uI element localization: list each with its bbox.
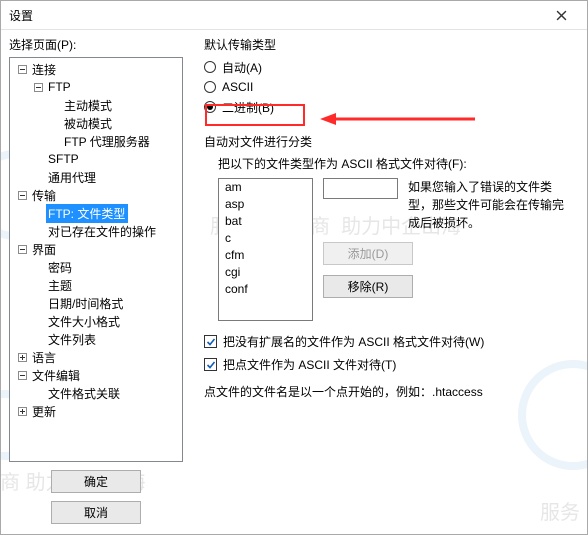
right-pane: 默认传输类型 自动(A) ASCII 二进制(B) 自动对文件进行分类 把以下的文件… — [186, 30, 587, 534]
tree-language[interactable]: 语言 — [10, 348, 182, 366]
list-item[interactable]: conf — [219, 281, 312, 298]
radio-icon — [204, 81, 216, 93]
tree-item-label: 文件格式关联 — [46, 384, 123, 403]
check-icon — [204, 358, 217, 371]
tree-expander-icon[interactable] — [14, 367, 30, 383]
tree-item-label: 主动模式 — [62, 96, 115, 115]
titlebar: 设置 — [1, 1, 587, 29]
settings-dialog: 设置 选择页面(P): 连接FTP主动模式被动模式FTP 代理服务器SFTP通用… — [0, 0, 588, 535]
left-pane: 选择页面(P): 连接FTP主动模式被动模式FTP 代理服务器SFTP通用代理传… — [1, 30, 186, 534]
tree-item-label: 通用代理 — [46, 168, 99, 187]
tree-item-label: 语言 — [30, 348, 59, 367]
tree-item-label: FTP: 文件类型 — [46, 204, 128, 223]
radio-icon — [204, 61, 216, 73]
tree-filesize[interactable]: 文件大小格式 — [10, 312, 182, 330]
tree-filelist[interactable]: 文件列表 — [10, 330, 182, 348]
tree-expander-icon[interactable] — [30, 79, 46, 95]
radio-label: 二进制(B) — [222, 99, 274, 116]
tree-existing-file[interactable]: 对已存在文件的操作 — [10, 222, 182, 240]
tree-item-label: 连接 — [30, 60, 59, 79]
checkbox-label: 把没有扩展名的文件作为 ASCII 格式文件对待(W) — [223, 333, 484, 350]
auto-classify-label: 自动对文件进行分类 — [204, 133, 577, 150]
tree-expander-icon[interactable] — [14, 61, 30, 77]
radio-label: ASCII — [222, 80, 253, 94]
list-item[interactable]: cfm — [219, 247, 312, 264]
tree-expander-icon[interactable] — [14, 349, 30, 365]
ok-button[interactable]: 确定 — [51, 470, 141, 493]
tree-datetime[interactable]: 日期/时间格式 — [10, 294, 182, 312]
tree-item-label: 更新 — [30, 402, 59, 421]
tree-password[interactable]: 密码 — [10, 258, 182, 276]
tree-theme[interactable]: 主题 — [10, 276, 182, 294]
tree-transfer[interactable]: 传输 — [10, 186, 182, 204]
tree-item-label: FTP 代理服务器 — [62, 132, 153, 151]
tree-update[interactable]: 更新 — [10, 402, 182, 420]
check-icon — [204, 335, 217, 348]
close-button[interactable] — [541, 5, 581, 25]
tree-item-label: 被动模式 — [62, 114, 115, 133]
radio-label: 自动(A) — [222, 59, 262, 76]
checkbox-noext-ascii[interactable]: 把没有扩展名的文件作为 ASCII 格式文件对待(W) — [204, 333, 484, 350]
page-tree[interactable]: 连接FTP主动模式被动模式FTP 代理服务器SFTP通用代理传输FTP: 文件类… — [9, 57, 183, 462]
tree-ftp-proxy[interactable]: FTP 代理服务器 — [10, 132, 182, 150]
radio-auto[interactable]: 自动(A) — [204, 57, 262, 77]
radio-icon — [204, 101, 216, 113]
list-item[interactable]: cgi — [219, 264, 312, 281]
tree-item-label: 密码 — [46, 258, 75, 277]
tree-ftp-filetype[interactable]: FTP: 文件类型 — [10, 204, 182, 222]
tree-ftp[interactable]: FTP — [10, 78, 182, 96]
tree-item-label: FTP — [46, 79, 74, 95]
tree-item-label: 日期/时间格式 — [46, 294, 126, 313]
tree-expander-icon[interactable] — [14, 241, 30, 257]
remove-button[interactable]: 移除(R) — [323, 275, 413, 298]
new-type-input[interactable] — [323, 178, 398, 199]
ascii-hint-label: 把以下的文件类型作为 ASCII 格式文件对待(F): — [218, 155, 577, 172]
dotfile-note: 点文件的文件名是以一个点开始的，例如：.htaccess — [204, 383, 577, 400]
radio-ascii[interactable]: ASCII — [204, 77, 253, 97]
list-item[interactable]: bat — [219, 213, 312, 230]
cancel-button[interactable]: 取消 — [51, 501, 141, 524]
tree-file-assoc[interactable]: 文件格式关联 — [10, 384, 182, 402]
dialog-title: 设置 — [9, 7, 33, 24]
tree-file-edit[interactable]: 文件编辑 — [10, 366, 182, 384]
tree-item-label: 文件列表 — [46, 330, 99, 349]
tree-item-label: 文件编辑 — [30, 366, 83, 385]
tree-item-label: 文件大小格式 — [46, 312, 123, 331]
tree-expander-icon[interactable] — [14, 187, 30, 203]
tree-item-label: 界面 — [30, 240, 59, 259]
tree-active[interactable]: 主动模式 — [10, 96, 182, 114]
ascii-types-listbox[interactable]: amaspbatccfmcgiconf — [218, 178, 313, 321]
radio-binary[interactable]: 二进制(B) — [204, 97, 274, 117]
add-button[interactable]: 添加(D) — [323, 242, 413, 265]
transfer-type-label: 默认传输类型 — [204, 36, 577, 53]
tree-interface[interactable]: 界面 — [10, 240, 182, 258]
tree-item-label: 主题 — [46, 276, 75, 295]
tree-item-label: 传输 — [30, 186, 59, 205]
list-item[interactable]: am — [219, 179, 312, 196]
tree-connection[interactable]: 连接 — [10, 60, 182, 78]
tree-passive[interactable]: 被动模式 — [10, 114, 182, 132]
checkbox-dotfile-ascii[interactable]: 把点文件作为 ASCII 文件对待(T) — [204, 356, 396, 373]
tree-item-label: SFTP — [46, 151, 82, 167]
wrong-type-warning: 如果您输入了错误的文件类型，那些文件可能会在传输完成后被损坏。 — [408, 178, 566, 232]
tree-item-label: 对已存在文件的操作 — [46, 222, 159, 241]
select-page-label: 选择页面(P): — [9, 36, 183, 53]
list-item[interactable]: asp — [219, 196, 312, 213]
tree-expander-icon[interactable] — [14, 403, 30, 419]
list-item[interactable]: c — [219, 230, 312, 247]
tree-generic-proxy[interactable]: 通用代理 — [10, 168, 182, 186]
tree-sftp[interactable]: SFTP — [10, 150, 182, 168]
checkbox-label: 把点文件作为 ASCII 文件对待(T) — [223, 356, 396, 373]
